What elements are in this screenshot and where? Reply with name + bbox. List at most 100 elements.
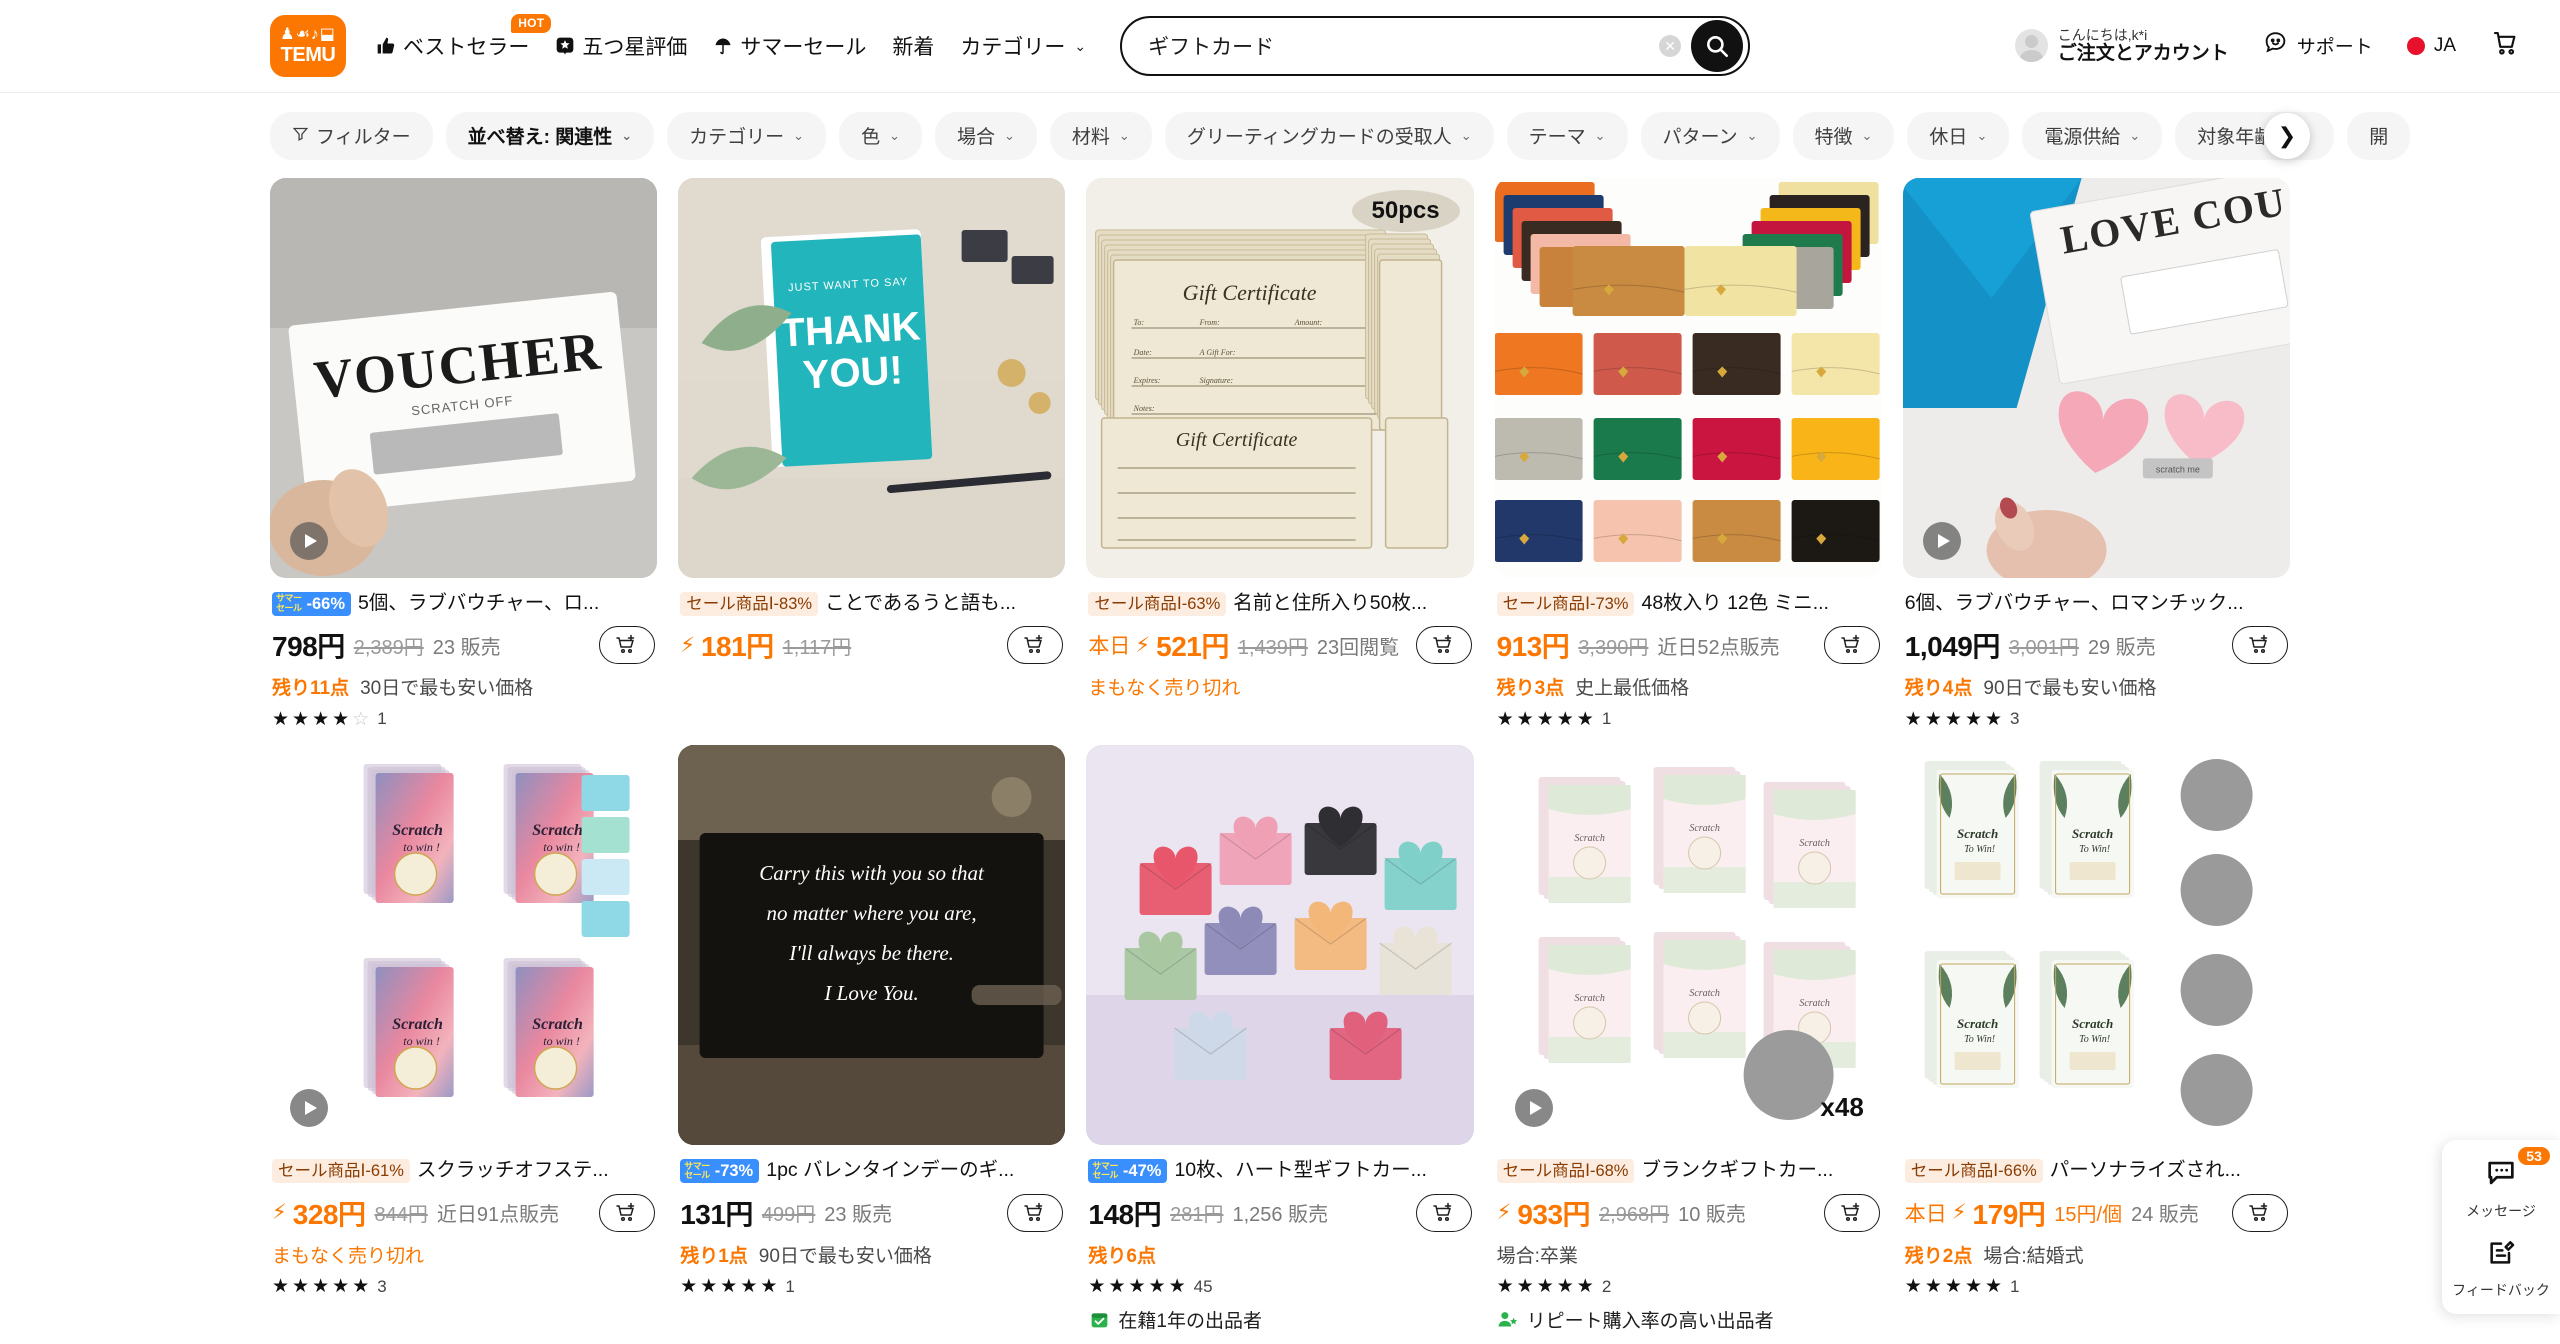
product-thumbnail[interactable]: Scratch Scratch Scratch Scratch Scratch … (1494, 745, 1882, 1146)
filter-button[interactable]: フィルター (270, 111, 433, 160)
rating-count: 1 (785, 1276, 795, 1296)
japan-flag-icon (2406, 36, 2425, 55)
product-thumbnail[interactable] (1086, 745, 1474, 1146)
add-to-cart-button[interactable] (1415, 1193, 1472, 1232)
product-title[interactable]: セール商品Ⅰ-83% ことであるうと語も... (680, 590, 1063, 617)
product-thumbnail[interactable]: LOVE COU scratch me (1902, 178, 2290, 578)
product-title[interactable]: 6個、ラブバウチャー、ロマンチック... (1905, 590, 2288, 616)
product-card[interactable]: セール商品Ⅰ-73% 48枚入り 12色 ミニ... 913円 3,390円 近日… (1494, 178, 1882, 729)
nav-new-arrivals[interactable]: 新着 (892, 31, 934, 61)
chip-material[interactable]: 材料 ⌄ (1049, 111, 1152, 160)
rating-stars: ★ ★ ★ ★ ★ 3 (1905, 709, 2288, 729)
quantity-badge: x48 (1820, 1092, 1864, 1123)
price-row: 本日 ⚡ 179円 15円/個 24 販売 (1905, 1193, 2288, 1233)
product-card[interactable]: サマー セール -47% 10枚、ハート型ギフトカー... 148円 281円 1,… (1086, 745, 1474, 1332)
product-card[interactable]: Scratch To Win! Scratch To Win! Scratch (1902, 745, 2290, 1332)
star-filled-icon: ★ (312, 1276, 330, 1298)
add-to-cart-button[interactable] (1007, 626, 1064, 665)
nav-summer-sale[interactable]: サマーセール (713, 31, 866, 61)
add-to-cart-button[interactable] (2232, 1193, 2288, 1232)
product-card[interactable]: Carry this with you so that no matter wh… (678, 745, 1066, 1332)
nav-bestsellers[interactable]: ベストセラー HOT (376, 14, 552, 61)
chip-recipient[interactable]: グリーティングカードの受取人 ⌄ (1164, 111, 1494, 160)
clear-search-icon[interactable]: ✕ (1659, 35, 1682, 57)
product-meta-row: 場合:卒業 (1497, 1241, 1880, 1268)
cart-button[interactable] (2490, 28, 2520, 64)
support-link[interactable]: サポート (2263, 30, 2373, 61)
account-label: ご注文とアカウント (2057, 43, 2229, 65)
product-card[interactable]: VOUCHER SCRATCH OFF サマー セール -66% 5個、ラブバウチャ… (270, 178, 658, 730)
star-filled-icon: ★ (1128, 1276, 1146, 1298)
chip-pattern[interactable]: パターン ⌄ (1640, 111, 1780, 160)
video-play-icon[interactable] (1922, 522, 1961, 560)
product-title[interactable]: サマー セール -73% 1pc バレンタインデーのギ... (680, 1157, 1063, 1184)
search-bar[interactable]: ✕ (1120, 16, 1751, 76)
feedback-button[interactable]: フィードバック (2452, 1237, 2550, 1300)
chip-theme[interactable]: テーマ ⌄ (1506, 111, 1628, 160)
star-filled-icon: ★ (292, 708, 310, 730)
add-to-cart-button[interactable] (599, 626, 656, 665)
product-title[interactable]: サマー セール -47% 10枚、ハート型ギフトカー... (1088, 1157, 1471, 1184)
filter-button-label: フィルター (316, 127, 411, 148)
chip-holiday[interactable]: 休日 ⌄ (1907, 111, 2010, 160)
product-title[interactable]: セール商品Ⅰ-73% 48枚入り 12色 ミニ... (1496, 590, 1880, 617)
video-play-icon[interactable] (1514, 1089, 1553, 1128)
messages-button[interactable]: 53 メッセージ (2466, 1147, 2550, 1221)
product-thumbnail[interactable]: Scratch To Win! Scratch To Win! Scratch (1902, 745, 2290, 1146)
stock-remaining: 残り2点 (1904, 1245, 1973, 1267)
add-to-cart-button[interactable] (1415, 626, 1472, 665)
funnel-icon (292, 125, 309, 147)
product-title[interactable]: セール商品Ⅰ-68% ブランクギフトカー... (1496, 1157, 1880, 1184)
svg-text:To Win!: To Win! (1964, 1034, 1995, 1045)
product-title[interactable]: サマー セール -66% 5個、ラブバウチャー、ロ... (272, 590, 655, 617)
star-square-icon (555, 36, 575, 56)
temu-logo[interactable]: ♟☙♪⬓ TEMU (270, 15, 346, 77)
price-row: ⚡ 181円 1,117円 (680, 625, 1064, 665)
chip-feature[interactable]: 特徴 ⌄ (1792, 111, 1895, 160)
rating-count: 1 (2010, 1276, 2020, 1296)
product-thumbnail[interactable]: JUST WANT TO SAY THANK YOU! (678, 178, 1066, 578)
nav-categories[interactable]: カテゴリー ⌄ (960, 31, 1086, 61)
summer-sale-discount: -66% (306, 594, 346, 613)
product-card[interactable]: Scratch to win ! Scratch to win ! Scratc… (270, 745, 658, 1332)
add-to-cart-button[interactable] (2232, 626, 2288, 665)
product-card[interactable]: Scratch Scratch Scratch Scratch Scratch … (1494, 745, 1882, 1332)
add-to-cart-button[interactable] (1823, 1193, 1880, 1232)
price-row: 798円 2,389円 23 販売 (272, 625, 656, 665)
product-card[interactable]: LOVE COU scratch me 6個、ラブバウチャー、ロマンチック...… (1902, 178, 2290, 729)
chip-color[interactable]: 色 ⌄ (839, 111, 922, 160)
add-to-cart-button[interactable] (599, 1193, 656, 1232)
product-thumbnail[interactable]: Gift Certificate To: From: Amount: Date: A … (1086, 178, 1474, 578)
price-row: ⚡ 933円 2,968円 10 販売 (1497, 1193, 1880, 1233)
chip-more[interactable]: 開 (2347, 111, 2411, 160)
add-to-cart-button[interactable] (1007, 1193, 1064, 1232)
chip-power[interactable]: 電源供給 ⌄ (2022, 111, 2163, 160)
chip-age-group[interactable]: 対象年齢層 ⌄ (2175, 111, 2335, 160)
filter-scroll-next-button[interactable]: ❯ (2264, 112, 2310, 159)
language-selector[interactable]: JA (2406, 35, 2456, 57)
product-thumbnail[interactable]: Scratch to win ! Scratch to win ! Scratc… (270, 745, 658, 1146)
product-info: サマー セール -47% 10枚、ハート型ギフトカー... 148円 281円 1,… (1086, 1145, 1473, 1332)
stock-remaining: 残り6点 (1088, 1245, 1156, 1267)
product-card[interactable]: Gift Certificate To: From: Amount: Date: A … (1086, 178, 1474, 729)
product-thumbnail[interactable]: VOUCHER SCRATCH OFF (270, 178, 658, 578)
chip-sort[interactable]: 並べ替え: 関連性 ⌄ (445, 111, 655, 160)
video-play-icon[interactable] (290, 522, 328, 560)
product-title[interactable]: セール商品Ⅰ-66% パーソナライズされ... (1904, 1157, 2288, 1184)
product-title-text: 1pc バレンタインデーのギ... (766, 1159, 1015, 1182)
product-info: セール商品Ⅰ-61% スクラッチオフステ... ⚡ 328円 844円 近日91点… (270, 1145, 657, 1296)
original-price: 1,117円 (782, 636, 852, 659)
account-menu[interactable]: こんにちは,k*i ご注文とアカウント (2014, 27, 2229, 66)
sold-count: 24 販売 (2131, 1204, 2199, 1227)
product-card[interactable]: JUST WANT TO SAY THANK YOU! セール商品Ⅰ-83% こと… (678, 178, 1066, 729)
product-title[interactable]: セール商品Ⅰ-61% スクラッチオフステ... (272, 1157, 655, 1184)
nav-five-star[interactable]: 五つ星評価 (555, 31, 687, 61)
product-thumbnail[interactable]: Carry this with you so that no matter wh… (678, 745, 1066, 1146)
product-thumbnail[interactable] (1494, 178, 1882, 578)
chip-category[interactable]: カテゴリー ⌄ (667, 111, 827, 160)
search-input[interactable] (1148, 34, 1660, 58)
search-button[interactable] (1691, 20, 1744, 72)
product-title[interactable]: セール商品Ⅰ-63% 名前と住所入り50枚... (1088, 590, 1471, 617)
add-to-cart-button[interactable] (1823, 626, 1880, 665)
chip-occasion[interactable]: 場合 ⌄ (934, 111, 1037, 160)
